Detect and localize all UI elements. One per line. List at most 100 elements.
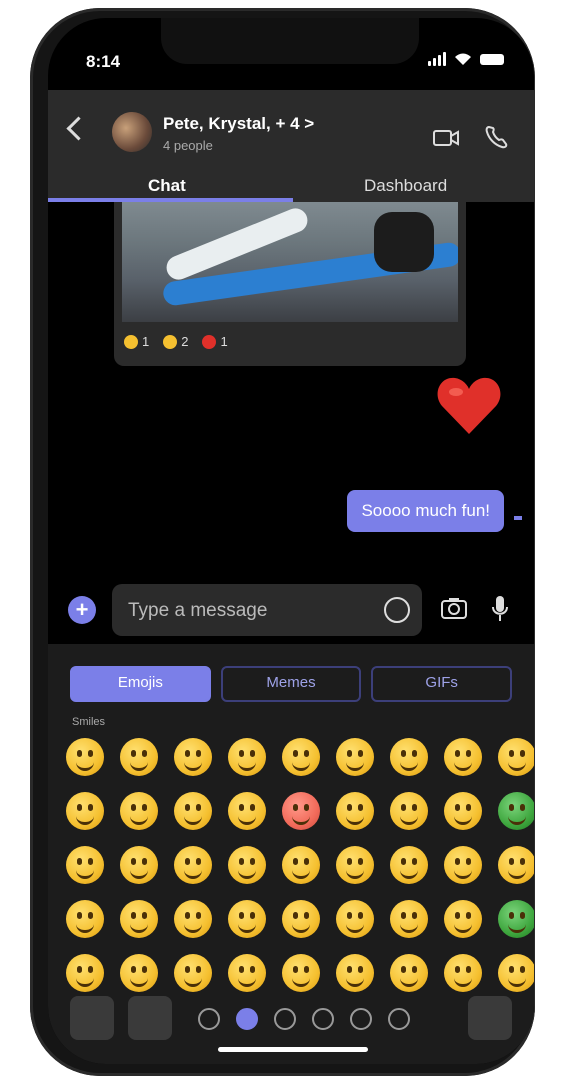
- emoji-icon[interactable]: [390, 738, 428, 776]
- emoji-icon[interactable]: [228, 900, 266, 938]
- photo-person: [374, 212, 434, 272]
- sent-message-bubble[interactable]: Soooo much fun!: [347, 490, 504, 532]
- reactions[interactable]: 1 2 1: [124, 334, 228, 349]
- message-input[interactable]: [126, 584, 370, 638]
- food-icon[interactable]: [350, 1008, 372, 1030]
- emoji-icon[interactable]: [444, 954, 482, 992]
- emoji-icon[interactable]: [498, 846, 534, 884]
- emoji-icon[interactable]: [120, 846, 158, 884]
- emoji-icon[interactable]: [66, 846, 104, 884]
- add-icon[interactable]: +: [68, 596, 96, 624]
- emoji-icon[interactable]: [384, 597, 410, 623]
- emoji-icon[interactable]: [174, 900, 212, 938]
- emoji-icon[interactable]: [336, 954, 374, 992]
- chat-header: Pete, Krystal, + 4 > 4 people Chat Dashb…: [48, 90, 534, 202]
- emoji-icon[interactable]: [390, 846, 428, 884]
- emoji-icon[interactable]: [336, 900, 374, 938]
- emoji-icon[interactable]: [66, 900, 104, 938]
- emoji-icon[interactable]: [336, 738, 374, 776]
- people-icon[interactable]: [274, 1008, 296, 1030]
- keyboard-icon[interactable]: [70, 996, 114, 1040]
- emoji-picker: Emojis Memes GIFs Smiles: [48, 644, 534, 1064]
- emoji-grid: [66, 738, 534, 1008]
- emoji-icon[interactable]: [282, 954, 320, 992]
- category-icons: [198, 1008, 410, 1030]
- emoji-icon[interactable]: [444, 792, 482, 830]
- audio-call-icon[interactable]: [484, 124, 508, 150]
- laugh-icon: [163, 334, 178, 349]
- emoji-icon[interactable]: [174, 954, 212, 992]
- category-label: Smiles: [72, 716, 106, 728]
- message-list[interactable]: 1 2 1 Soooo much fun!: [48, 202, 534, 582]
- objects-icon[interactable]: [388, 1008, 410, 1030]
- status-icons: [428, 52, 504, 66]
- emoji-icon[interactable]: [228, 792, 266, 830]
- animals-icon[interactable]: [312, 1008, 334, 1030]
- heart-eyes-emoji-icon[interactable]: [282, 792, 320, 830]
- reaction-thumbs-up[interactable]: 1: [124, 334, 149, 349]
- emoji-icon[interactable]: [228, 846, 266, 884]
- heart-icon: [202, 334, 217, 349]
- status-bar: 8:14: [48, 38, 534, 71]
- emoji-icon[interactable]: [66, 792, 104, 830]
- emoji-icon[interactable]: [390, 792, 428, 830]
- picker-bottom-bar: [48, 990, 534, 1048]
- read-receipt-icon: [514, 516, 522, 520]
- signal-icon: [428, 52, 446, 66]
- picker-tabs: Emojis Memes GIFs: [70, 666, 513, 702]
- status-time: 8:14: [86, 52, 121, 71]
- microphone-icon[interactable]: [490, 594, 510, 624]
- emoji-icon[interactable]: [120, 954, 158, 992]
- emoji-icon[interactable]: [174, 792, 212, 830]
- emoji-icon[interactable]: [444, 738, 482, 776]
- emoji-icon[interactable]: [282, 738, 320, 776]
- emoji-icon[interactable]: [282, 900, 320, 938]
- thumbs-up-icon: [124, 334, 138, 349]
- emoji-icon[interactable]: [336, 846, 374, 884]
- reaction-count: 1: [220, 334, 228, 349]
- group-avatar[interactable]: [112, 112, 152, 152]
- search-icon[interactable]: [128, 996, 172, 1040]
- sick-emoji-icon[interactable]: [498, 792, 534, 830]
- camera-icon[interactable]: [440, 596, 468, 620]
- emoji-icon[interactable]: [444, 900, 482, 938]
- tab-chat[interactable]: Chat: [148, 176, 186, 196]
- reaction-laugh[interactable]: 2: [163, 334, 188, 349]
- emoji-icon[interactable]: [390, 954, 428, 992]
- emoji-icon[interactable]: [66, 738, 104, 776]
- emoji-icon[interactable]: [390, 900, 428, 938]
- emoji-icon[interactable]: [120, 792, 158, 830]
- heart-emoji-icon[interactable]: [434, 372, 504, 442]
- reaction-heart[interactable]: 1: [202, 334, 228, 349]
- emoji-icon[interactable]: [66, 954, 104, 992]
- emoji-icon[interactable]: [498, 738, 534, 776]
- emoji-icon[interactable]: [174, 738, 212, 776]
- emoji-icon[interactable]: [228, 738, 266, 776]
- emoji-icon[interactable]: [174, 846, 212, 884]
- emoji-icon[interactable]: [444, 846, 482, 884]
- chat-title[interactable]: Pete, Krystal, + 4 >: [163, 114, 314, 134]
- tab-emojis[interactable]: Emojis: [70, 666, 211, 702]
- screen: 8:14 Pete, Krystal, + 4 > 4 people Chat …: [48, 18, 534, 1064]
- reaction-count: 1: [142, 334, 150, 349]
- tab-gifs[interactable]: GIFs: [371, 666, 513, 702]
- emoji-icon[interactable]: [228, 954, 266, 992]
- tab-memes[interactable]: Memes: [220, 666, 362, 702]
- message-input-box[interactable]: [112, 584, 422, 638]
- recent-icon[interactable]: [198, 1008, 220, 1030]
- smileys-icon[interactable]: [236, 1008, 258, 1030]
- nauseated-emoji-icon[interactable]: [498, 900, 534, 938]
- backspace-icon[interactable]: [468, 996, 512, 1040]
- emoji-icon[interactable]: [498, 954, 534, 992]
- emoji-icon[interactable]: [282, 846, 320, 884]
- shared-photo[interactable]: [122, 202, 458, 322]
- tab-dashboard[interactable]: Dashboard: [364, 176, 447, 196]
- chat-subtitle: 4 people: [163, 138, 213, 153]
- video-call-icon[interactable]: [432, 128, 460, 148]
- photo-message[interactable]: 1 2 1: [114, 202, 466, 366]
- emoji-icon[interactable]: [336, 792, 374, 830]
- emoji-icon[interactable]: [120, 900, 158, 938]
- back-icon[interactable]: [66, 116, 91, 141]
- emoji-icon[interactable]: [120, 738, 158, 776]
- home-indicator[interactable]: [218, 1047, 368, 1052]
